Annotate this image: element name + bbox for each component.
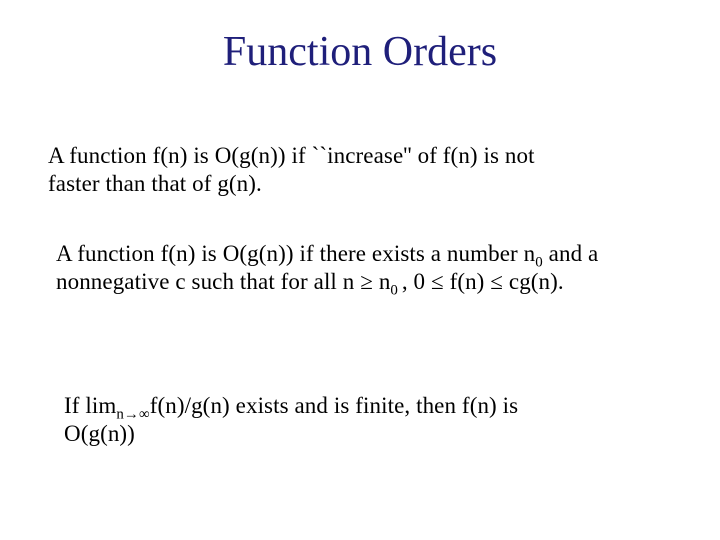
leq-symbol: ≤	[490, 269, 503, 294]
paragraph-limit-criterion: If limn→∞f(n)/g(n) exists and is finite,…	[64, 392, 674, 448]
paragraph-formal-definition: A function f(n) is O(g(n)) if there exis…	[56, 240, 676, 296]
paragraph-informal-definition: A function f(n) is O(g(n)) if ``increase…	[48, 142, 668, 198]
subscript-zero: 0	[390, 283, 401, 299]
text: , 0	[402, 269, 431, 294]
slide: Function Orders A function f(n) is O(g(n…	[0, 0, 720, 540]
text: f(n)	[444, 269, 491, 294]
text: cg(n).	[503, 269, 564, 294]
text: A function f(n) is O(g(n)) if there exis…	[56, 241, 535, 266]
text: f(n)/g(n) exists and is finite, then f(n…	[150, 393, 518, 418]
infinity-symbol: ∞	[139, 407, 150, 423]
slide-title: Function Orders	[0, 28, 720, 76]
geq-symbol: ≥	[360, 269, 373, 294]
leq-symbol: ≤	[431, 269, 444, 294]
text: O(g(n))	[64, 421, 135, 446]
text: n	[373, 269, 390, 294]
text: If lim	[64, 393, 116, 418]
text: faster than that of g(n).	[48, 171, 262, 196]
text: A function f(n) is O(g(n)) if ``increase…	[48, 143, 535, 168]
